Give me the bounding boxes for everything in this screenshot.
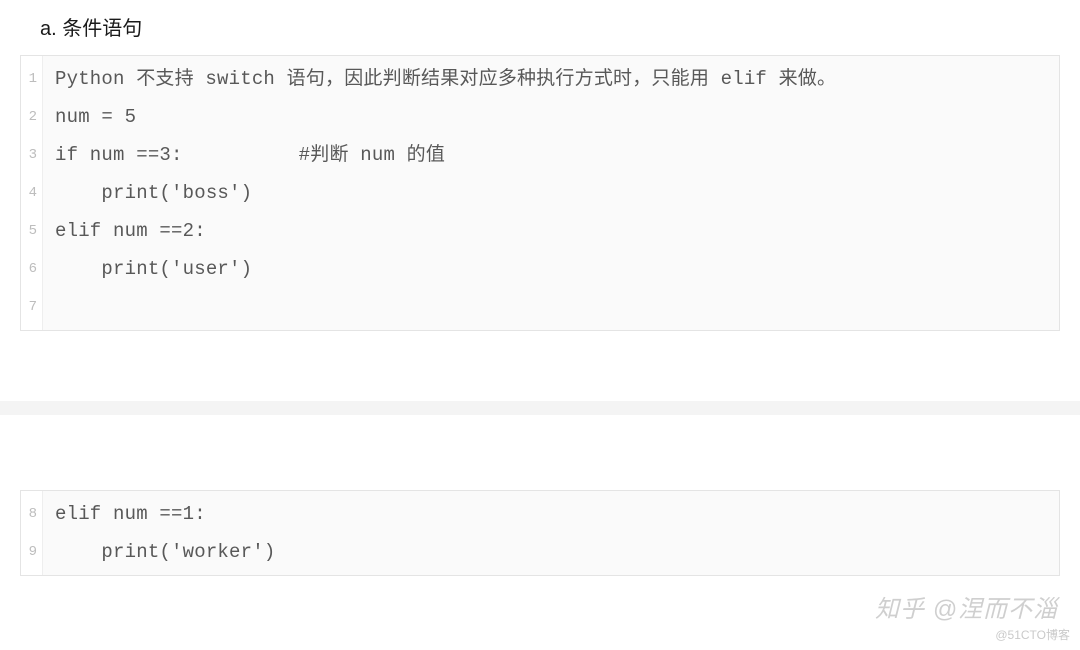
line-number: 3 — [21, 136, 42, 174]
code-line: print('worker') — [55, 533, 1049, 571]
line-number-gutter: 8 9 — [21, 491, 43, 575]
code-line: print('user') — [55, 250, 1049, 288]
code-line: print('boss') — [55, 174, 1049, 212]
code-content: Python 不支持 switch 语句，因此判断结果对应多种执行方式时，只能用… — [43, 56, 1059, 330]
page-gap — [0, 401, 1080, 415]
line-number: 2 — [21, 98, 42, 136]
code-block-1: 1 2 3 4 5 6 7 Python 不支持 switch 语句，因此判断结… — [20, 55, 1060, 331]
line-number: 8 — [21, 495, 42, 533]
line-number: 6 — [21, 250, 42, 288]
line-number-gutter: 1 2 3 4 5 6 7 — [21, 56, 43, 330]
line-number: 4 — [21, 174, 42, 212]
line-number: 1 — [21, 60, 42, 98]
watermark-zhihu: 知乎 @涅而不淄 — [875, 589, 1058, 624]
code-line: elif num ==2: — [55, 212, 1049, 250]
watermark-51cto: @51CTO博客 — [995, 626, 1070, 643]
code-content: elif num ==1: print('worker') — [43, 491, 1059, 575]
code-line: if num ==3: #判断 num 的值 — [55, 136, 1049, 174]
line-number: 9 — [21, 533, 42, 571]
section-heading: a. 条件语句 — [0, 0, 1080, 55]
line-number: 5 — [21, 212, 42, 250]
code-block-2: 8 9 elif num ==1: print('worker') — [20, 490, 1060, 576]
line-number: 7 — [21, 288, 42, 326]
code-line: elif num ==1: — [55, 495, 1049, 533]
code-line: Python 不支持 switch 语句，因此判断结果对应多种执行方式时，只能用… — [55, 60, 1049, 98]
code-line: num = 5 — [55, 98, 1049, 136]
